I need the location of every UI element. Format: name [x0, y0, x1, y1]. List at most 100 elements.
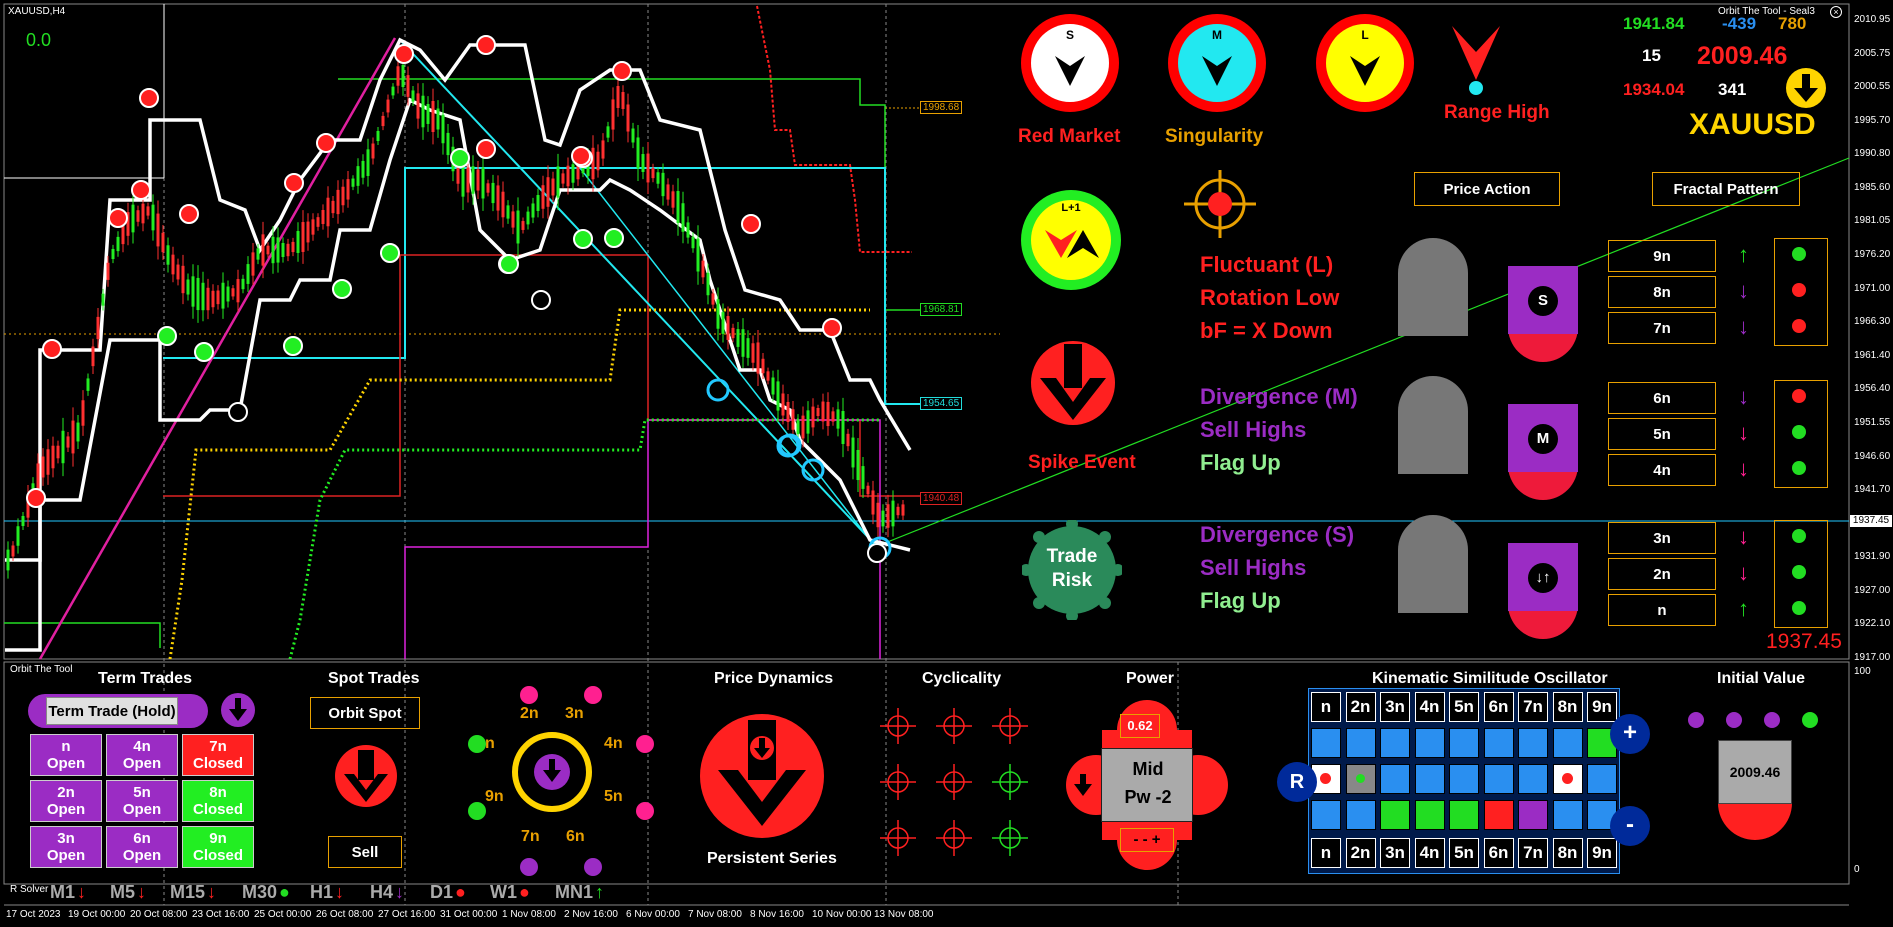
term-cell[interactable]: n Open — [30, 734, 102, 776]
level-tag: 1940.48 — [920, 492, 963, 505]
chevron-down-icon — [1350, 56, 1380, 86]
kso-cell[interactable] — [1380, 800, 1410, 830]
fractal-arrow-icon: ↑ — [1738, 596, 1749, 621]
cycle-text-line: Divergence (S) — [1200, 522, 1355, 547]
timeframe-item[interactable]: D1 ● — [430, 882, 466, 903]
kso-cell[interactable] — [1414, 764, 1445, 794]
time-tick: 7 Nov 08:00 — [688, 909, 742, 920]
term-cell[interactable]: 8n Closed — [182, 780, 254, 822]
kso-minus-button[interactable]: - — [1610, 806, 1650, 846]
fractal-level-button[interactable]: 7n — [1608, 312, 1716, 344]
price-tick: 1995.70 — [1854, 114, 1891, 126]
kso-cell[interactable] — [1518, 764, 1548, 794]
kso-cell[interactable] — [1552, 800, 1583, 830]
term-trade-hold-button[interactable]: Term Trade (Hold) — [46, 697, 178, 725]
fractal-level-button[interactable]: 6n — [1608, 382, 1716, 414]
kso-cell[interactable] — [1380, 728, 1410, 758]
market-label: Singularity — [1165, 126, 1264, 147]
timeframe-item[interactable]: M5 ↓ — [110, 882, 146, 903]
price-tick: 1961.40 — [1854, 349, 1891, 361]
close-icon[interactable]: × — [1830, 6, 1842, 18]
magnet-badge: S — [1508, 266, 1578, 362]
kso-cell[interactable] — [1552, 728, 1583, 758]
term-cell[interactable]: 7n Closed — [182, 734, 254, 776]
fractal-level-button[interactable]: 8n — [1608, 276, 1716, 308]
term-cell[interactable]: 5n Open — [106, 780, 178, 822]
kso-cell[interactable] — [1518, 800, 1548, 830]
time-tick: 13 Nov 08:00 — [874, 909, 934, 920]
price-tick: 2010.95 — [1854, 14, 1891, 25]
kso-cell[interactable] — [1345, 728, 1376, 758]
cycle-text-line: Fluctuant (L) — [1200, 252, 1334, 277]
time-tick: 17 Oct 2023 — [6, 909, 61, 920]
kso-cell[interactable] — [1518, 728, 1548, 758]
time-tick: 27 Oct 16:00 — [378, 909, 436, 920]
power-minus-plus[interactable]: - - + — [1120, 828, 1174, 852]
timeframe-item[interactable]: MN1 ↑ — [555, 882, 604, 903]
trade-risk-gear[interactable]: Trade Risk — [1022, 520, 1122, 620]
kso-cell[interactable] — [1380, 764, 1410, 794]
fractal-level-button[interactable]: 9n — [1608, 240, 1716, 272]
stat-v3: 780 — [1778, 14, 1807, 33]
term-cell-state: Closed — [192, 847, 243, 864]
term-cell-n: 3n — [57, 830, 75, 847]
kso-marker-red — [1320, 773, 1331, 784]
timeframe-item[interactable]: M15 ↓ — [170, 882, 216, 903]
trade-risk-line2: Risk — [1051, 570, 1093, 591]
kso-cell[interactable] — [1483, 764, 1514, 794]
sell-button[interactable]: Sell — [328, 836, 402, 868]
kso-header-cell: 3n — [1380, 838, 1410, 868]
kso-cell[interactable] — [1311, 800, 1341, 830]
kso-plus-button[interactable]: + — [1610, 714, 1650, 754]
fractal-level-button[interactable]: 2n — [1608, 558, 1716, 590]
stat-v6: 1934.04 — [1623, 80, 1685, 99]
fractal-level-button[interactable]: 3n — [1608, 522, 1716, 554]
timeframe-label: H1 — [310, 882, 334, 902]
orbit-label: 4n — [604, 735, 623, 752]
term-cell[interactable]: 4n Open — [106, 734, 178, 776]
power-mid: Mid — [1132, 759, 1164, 779]
timeframe-signal-icon: ↑ — [595, 882, 605, 902]
term-cell[interactable]: 2n Open — [30, 780, 102, 822]
stat-v5: 2009.46 — [1697, 42, 1788, 70]
timeframe-item[interactable]: M30 ● — [242, 882, 290, 903]
price-tick: 1971.00 — [1854, 282, 1891, 294]
term-cell[interactable]: 3n Open — [30, 826, 102, 868]
term-cell-state: Closed — [192, 755, 243, 772]
term-cell-state: Open — [46, 801, 86, 818]
kso-cell[interactable] — [1449, 800, 1479, 830]
kso-cell[interactable] — [1587, 764, 1617, 794]
price-action-button[interactable]: Price Action — [1414, 172, 1560, 206]
kso-r-button[interactable]: R — [1277, 762, 1317, 802]
term-trades-title: Term Trades — [98, 670, 192, 687]
kso-cell[interactable] — [1449, 764, 1479, 794]
orbit-dot — [520, 686, 538, 704]
fractal-level-button[interactable]: 5n — [1608, 418, 1716, 450]
kso-cell[interactable] — [1311, 728, 1341, 758]
fractal-level-button[interactable]: n — [1608, 594, 1716, 626]
orbit-spot-button[interactable]: Orbit Spot — [310, 697, 420, 729]
kso-cell[interactable] — [1345, 800, 1376, 830]
fractal-level-button[interactable]: 4n — [1608, 454, 1716, 486]
timeframe-item[interactable]: H4 ↓ — [370, 882, 404, 903]
kso-header-cell: 3n — [1380, 692, 1410, 722]
kso-marker-red — [1561, 773, 1573, 784]
price-tick: 1966.30 — [1854, 316, 1891, 328]
kso-cell[interactable] — [1483, 728, 1514, 758]
time-tick: 6 Nov 00:00 — [626, 909, 680, 920]
timeframe-item[interactable]: W1 ● — [490, 882, 530, 903]
kso-cell[interactable] — [1449, 728, 1479, 758]
kso-cell[interactable] — [1414, 800, 1445, 830]
kso-cell[interactable] — [1483, 800, 1514, 830]
timeframe-item[interactable]: M1 ↓ — [50, 882, 86, 903]
stat-v1: 1941.84 — [1623, 14, 1685, 33]
fractal-pattern-button[interactable]: Fractal Pattern — [1652, 172, 1800, 206]
timeframe-signal-icon: ↓ — [77, 882, 87, 902]
timeframe-item[interactable]: H1 ↓ — [310, 882, 344, 903]
term-cell[interactable]: 6n Open — [106, 826, 178, 868]
term-cell[interactable]: 9n Closed — [182, 826, 254, 868]
chart-window[interactable]: XAUUSD,H4 0.0 Orbit The Tool - Seal3 × 1… — [0, 0, 1893, 927]
magnet-badge-label: M — [1528, 424, 1558, 454]
kso-cell[interactable] — [1414, 728, 1445, 758]
term-cell-n: 8n — [209, 784, 227, 801]
